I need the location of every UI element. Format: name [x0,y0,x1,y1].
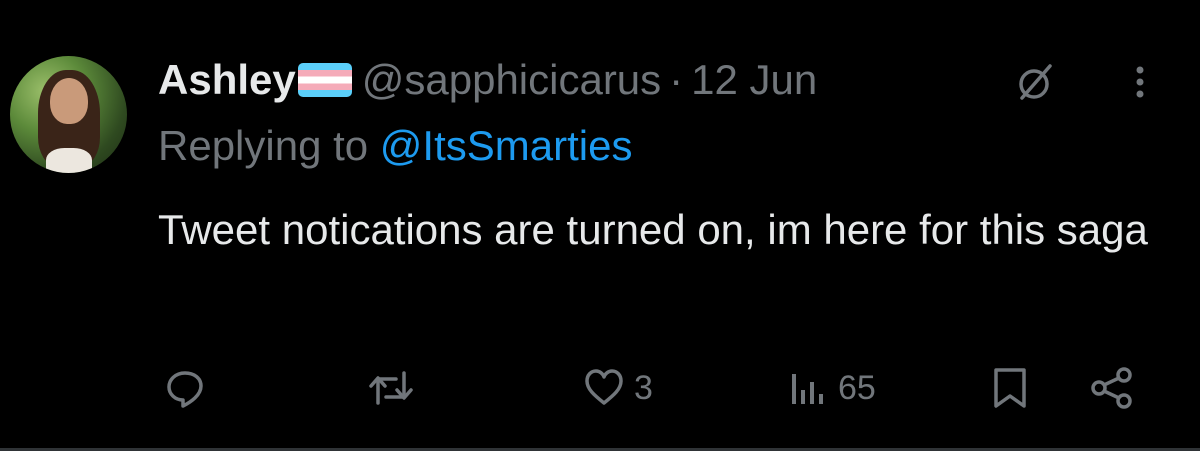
tweet-date[interactable]: 12 Jun [691,52,817,108]
views-chart-icon [792,374,823,404]
replying-to-label: Replying to [158,122,369,169]
reply-button[interactable] [162,356,208,420]
edit-history-icon[interactable] [1012,60,1056,104]
avatar-shirt [46,148,92,173]
transgender-flag-icon [297,63,352,97]
retweet-icon [369,371,413,405]
reply-mention-link[interactable]: @ItsSmarties [380,122,633,169]
replying-to-line: Replying to @ItsSmarties [158,118,632,174]
views-button[interactable]: 65 [786,356,876,420]
view-count: 65 [838,368,876,407]
share-icon [1091,367,1132,409]
retweet-button[interactable] [366,356,416,420]
bookmark-icon [994,368,1026,408]
tweet-text: Tweet notications are turned on, im here… [158,206,1148,253]
more-options-icon[interactable] [1120,60,1160,104]
share-button[interactable] [1088,356,1136,420]
tweet[interactable]: Ashley @sapphicicarus · 12 Jun Replying … [0,0,1200,451]
heart-icon [585,369,623,405]
like-button[interactable]: 3 [582,356,653,420]
avatar[interactable] [10,56,127,173]
separator-dot: · [669,56,684,103]
avatar-face [50,78,88,124]
tweet-header: Ashley @sapphicicarus · 12 Jun [158,52,817,108]
like-count: 3 [634,368,653,407]
tweet-actions: 3 65 [0,356,1200,420]
author-handle[interactable]: @sapphicicarus [362,52,661,108]
reply-icon [167,371,203,408]
bookmark-button[interactable] [990,356,1030,420]
author-name[interactable]: Ashley [158,52,296,108]
